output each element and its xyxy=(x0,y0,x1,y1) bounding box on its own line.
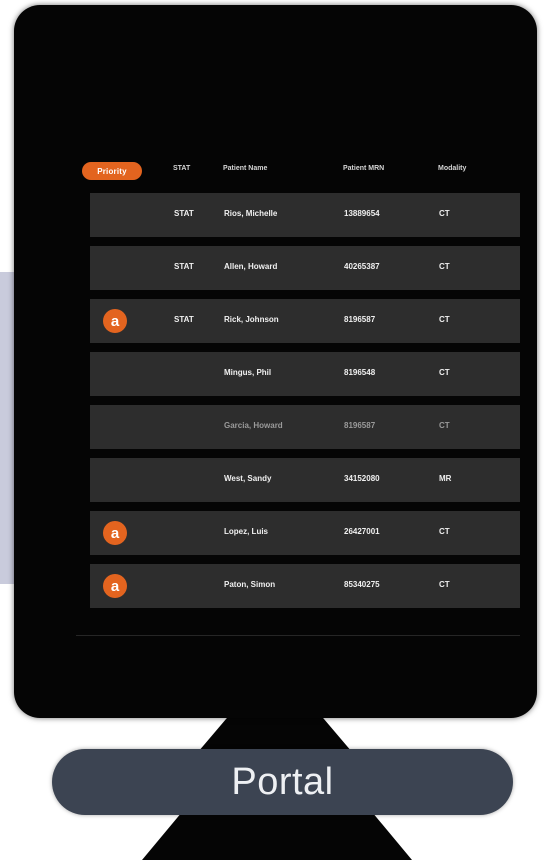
stat-cell: STAT xyxy=(174,262,194,271)
patient-mrn-cell: 8196587 xyxy=(344,421,376,430)
worklist-header: Priority STAT Patient Name Patient MRN M… xyxy=(60,159,520,183)
worklist-rows: STAT Rios, Michelle 13889654 CT STAT Allen, H… xyxy=(90,193,520,617)
worklist-row[interactable]: Garcia, Howard 8196587 CT xyxy=(90,405,520,449)
patient-name-cell: Paton, Simon xyxy=(224,580,276,589)
stat-cell: STAT xyxy=(174,315,194,324)
modality-cell: CT xyxy=(439,209,450,218)
modality-cell: CT xyxy=(439,262,450,271)
patient-mrn-cell: 34152080 xyxy=(344,474,380,483)
illustration: Priority STAT Patient Name Patient MRN M… xyxy=(0,0,549,863)
worklist-row[interactable]: Mingus, Phil 8196548 CT xyxy=(90,352,520,396)
stand-neck xyxy=(198,712,352,752)
priority-flag-icon: a xyxy=(103,521,127,545)
stand-base xyxy=(142,812,412,860)
worklist-screen: Priority STAT Patient Name Patient MRN M… xyxy=(60,115,520,675)
worklist-row[interactable]: a Paton, Simon 85340275 CT xyxy=(90,564,520,608)
modality-cell: CT xyxy=(439,421,450,430)
modality-cell: CT xyxy=(439,527,450,536)
patient-name-cell: West, Sandy xyxy=(224,474,272,483)
patient-mrn-cell: 8196587 xyxy=(344,315,376,324)
patient-name-cell: Rios, Michelle xyxy=(224,209,278,218)
priority-column-header[interactable]: Priority xyxy=(82,162,142,180)
worklist-row[interactable]: a Lopez, Luis 26427001 CT xyxy=(90,511,520,555)
patient-name-cell: Mingus, Phil xyxy=(224,368,272,377)
patient-name-cell: Allen, Howard xyxy=(224,262,278,271)
patient-mrn-cell: 40265387 xyxy=(344,262,380,271)
monitor: Priority STAT Patient Name Patient MRN M… xyxy=(14,5,537,718)
modality-column-header[interactable]: Modality xyxy=(438,165,466,172)
portal-badge: Portal xyxy=(52,749,513,815)
patient-mrn-cell: 8196548 xyxy=(344,368,376,377)
patient-mrn-cell: 13889654 xyxy=(344,209,380,218)
patient-mrn-column-header[interactable]: Patient MRN xyxy=(343,165,384,172)
stat-column-header[interactable]: STAT xyxy=(173,165,190,172)
priority-flag-icon: a xyxy=(103,309,127,333)
worklist-row[interactable]: STAT Allen, Howard 40265387 CT xyxy=(90,246,520,290)
patient-mrn-cell: 26427001 xyxy=(344,527,380,536)
modality-cell: CT xyxy=(439,368,450,377)
patient-name-column-header[interactable]: Patient Name xyxy=(223,165,267,172)
patient-name-cell: Garcia, Howard xyxy=(224,421,283,430)
portal-label: Portal xyxy=(231,760,334,803)
modality-cell: CT xyxy=(439,580,450,589)
patient-name-cell: Lopez, Luis xyxy=(224,527,268,536)
patient-mrn-cell: 85340275 xyxy=(344,580,380,589)
priority-flag-icon: a xyxy=(103,574,127,598)
worklist-row[interactable]: West, Sandy 34152080 MR xyxy=(90,458,520,502)
stat-cell: STAT xyxy=(174,209,194,218)
screen-divider xyxy=(76,635,520,636)
patient-name-cell: Rick, Johnson xyxy=(224,315,279,324)
modality-cell: CT xyxy=(439,315,450,324)
modality-cell: MR xyxy=(439,474,452,483)
worklist-row[interactable]: a STAT Rick, Johnson 8196587 CT xyxy=(90,299,520,343)
worklist-row[interactable]: STAT Rios, Michelle 13889654 CT xyxy=(90,193,520,237)
